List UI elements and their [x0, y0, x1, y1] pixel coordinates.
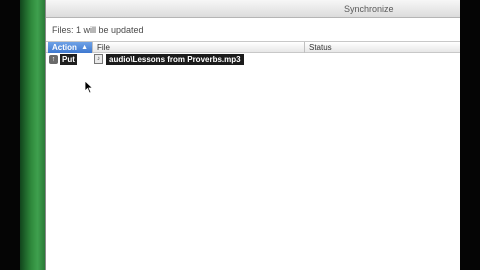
- files-summary: Files: 1 will be updated: [52, 25, 144, 35]
- table-header: Action ▲ File Status: [46, 41, 461, 53]
- background-right: [460, 0, 480, 270]
- row-file: audio\Lessons from Proverbs.mp3: [106, 54, 244, 65]
- sync-table: Action ▲ File Status ↑ Put ♪ audio\Lesso…: [46, 41, 461, 270]
- row-action: Put: [60, 54, 77, 65]
- window-title: Synchronize: [344, 4, 394, 14]
- synchronize-window: Synchronize Files: 1 will be updated Act…: [45, 0, 461, 270]
- sort-ascending-icon: ▲: [81, 44, 88, 51]
- file-icon: ♪: [94, 54, 103, 64]
- upload-icon: ↑: [49, 55, 58, 64]
- table-row[interactable]: ↑ Put ♪ audio\Lessons from Proverbs.mp3: [46, 54, 461, 66]
- column-header-status[interactable]: Status: [304, 42, 461, 53]
- column-header-file[interactable]: File: [92, 42, 304, 53]
- desktop-edge: [20, 0, 45, 270]
- background-left: [0, 0, 20, 270]
- column-header-action[interactable]: Action ▲: [48, 42, 92, 53]
- column-header-action-label: Action: [52, 43, 77, 52]
- mouse-cursor-icon: [84, 80, 94, 94]
- title-bar[interactable]: Synchronize: [46, 0, 460, 18]
